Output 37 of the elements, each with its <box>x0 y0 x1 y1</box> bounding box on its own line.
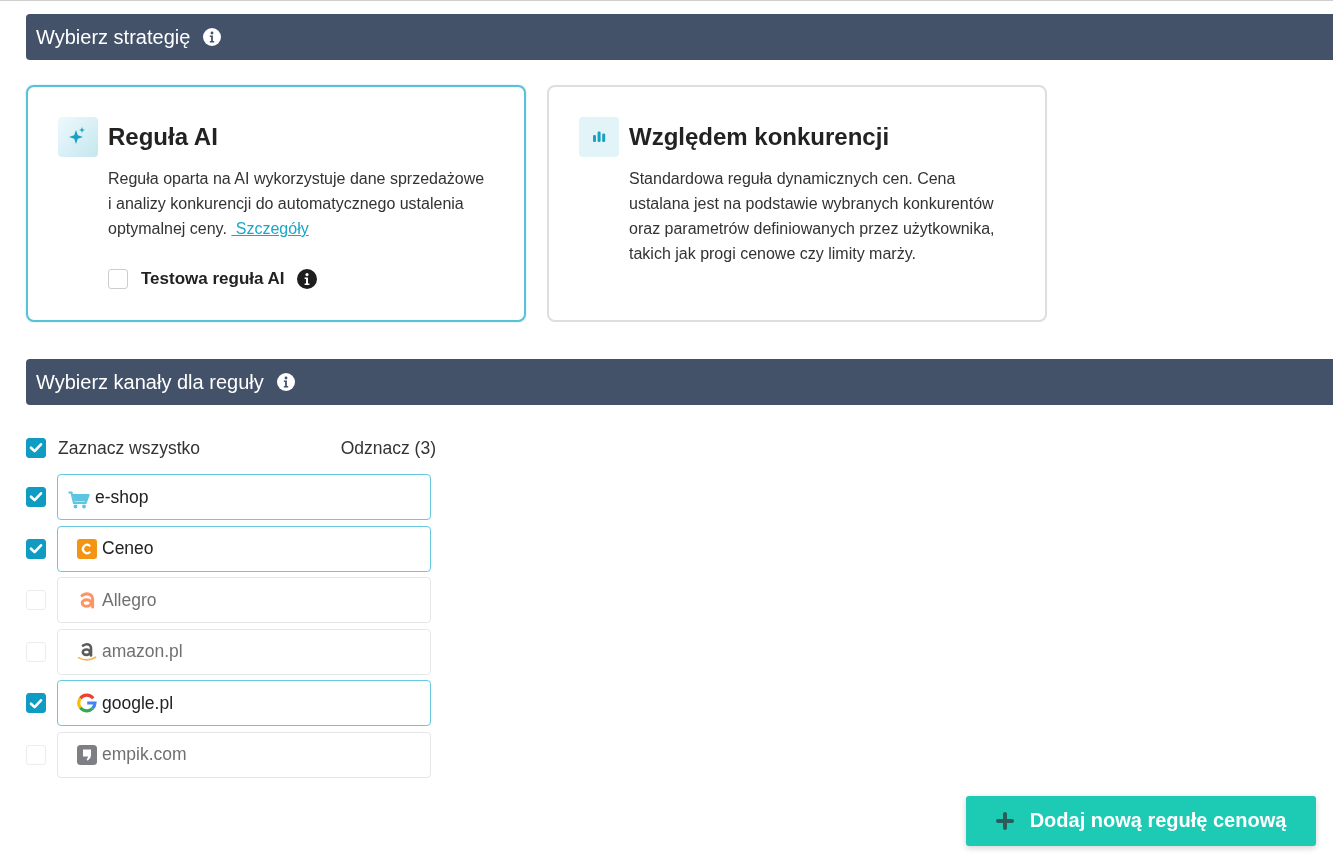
channel-option[interactable]: Ceneo <box>57 525 431 572</box>
channel-option[interactable]: Allegro <box>57 577 431 624</box>
select-all-label[interactable]: Zaznacz wszystko <box>58 437 200 459</box>
section-title: Wybierz kanały dla reguły <box>36 370 264 394</box>
checkbox[interactable] <box>26 538 46 559</box>
checkbox[interactable] <box>26 693 46 714</box>
card-title: Reguła AI <box>108 122 219 152</box>
info-icon[interactable] <box>296 269 317 289</box>
checkbox[interactable] <box>108 269 128 289</box>
card-description: Reguła oparta na AI wykorzystuje dane sprzedażowe i analizy konkurencji do automatycznego ustalenia optymalnej ceny. Szczegóły <box>108 169 486 239</box>
check-icon <box>30 492 42 502</box>
a-smile-logo-icon <box>77 641 97 662</box>
check-icon <box>30 543 42 554</box>
channel-option[interactable]: e-shop <box>57 474 431 520</box>
channel-option[interactable]: amazon.pl <box>57 628 431 675</box>
select-all-checkbox[interactable] <box>26 438 46 458</box>
checkbox-label: Testowa reguła AI <box>141 269 285 289</box>
c-logo-icon <box>77 538 97 559</box>
strategy-card[interactable] <box>547 85 1047 322</box>
checkbox[interactable] <box>26 487 46 507</box>
info-icon[interactable] <box>203 28 222 46</box>
cart-icon <box>68 491 90 509</box>
bar-chart-icon <box>579 117 619 157</box>
info-icon[interactable] <box>276 373 295 391</box>
strategy-card[interactable]: Reguła AI Reguła oparta na AI wykorzystuje dane sprzedażowe i analizy konkurencji do automatycznego ustalenia optymalnej ceny. Szczegóły Testowa reguła AI <box>26 85 526 322</box>
plus-icon <box>995 811 1014 830</box>
g-logo-icon <box>77 693 97 714</box>
check-icon <box>30 443 42 453</box>
card-description: Standardowa reguła dynamicznych cen. Cena ustalana jest na podstawie wybranych konkurentów oraz parametrów definiowanych przez użytkownika, takich jak progi cenowe czy limity marży. <box>629 169 996 264</box>
channel-option[interactable]: google.pl <box>57 680 431 727</box>
speech-bubble-logo-icon <box>77 744 97 765</box>
channel-option[interactable]: empik.com <box>57 731 431 778</box>
card-title: Względem konkurencji <box>629 122 891 152</box>
sparkle-icon <box>58 117 98 157</box>
check-icon <box>30 698 42 709</box>
deselect-link[interactable]: Odznacz (3) <box>340 437 436 459</box>
section-title: Wybierz strategię <box>36 25 191 49</box>
